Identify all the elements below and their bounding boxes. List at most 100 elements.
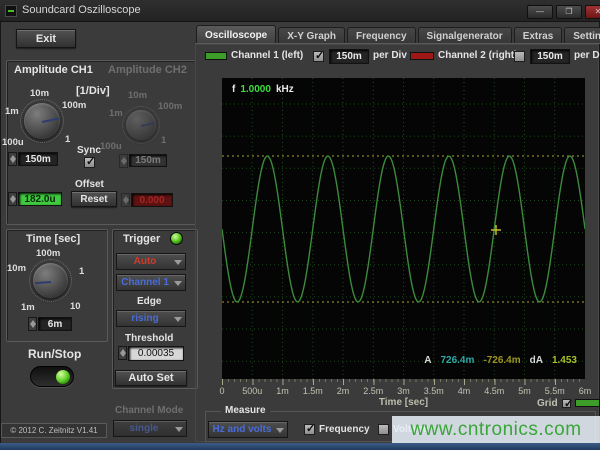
threshold-value[interactable]: 0.00035 (128, 346, 184, 361)
tab-signalgenerator[interactable]: Signalgenerator (418, 27, 512, 44)
maximize-button[interactable]: ❐ (556, 5, 582, 19)
per-div-label-2: per Div (574, 50, 600, 61)
per-div-label-1: per Div (373, 50, 407, 61)
x-tick-label: 5.5m (545, 386, 565, 396)
knob-scale-label: 10m (128, 90, 147, 101)
title-bar: Soundcard Oszilloscope — ❐ ✕ (0, 0, 600, 22)
knob-scale-label: 1m (5, 106, 19, 117)
meas-lower-value: -726.4m (483, 355, 520, 366)
channel1-enable-checkbox[interactable] (313, 51, 324, 62)
meas-da-label: dA (530, 355, 543, 366)
grid-checkbox[interactable] (562, 399, 571, 408)
knob-scale-label: 10m (30, 88, 49, 99)
measure-mode-dropdown[interactable]: Hz and volts (208, 421, 288, 438)
knob-scale-label: 100m (158, 101, 182, 112)
x-tick-label: 4m (458, 386, 471, 396)
trigger-edge-dropdown[interactable]: rising (116, 310, 186, 327)
runstop-toggle[interactable] (30, 366, 74, 387)
frequency-checkbox[interactable] (304, 424, 315, 435)
knob-scale-label: 10m (7, 263, 26, 274)
runstop-label: Run/Stop (28, 347, 81, 361)
chevron-down-icon (174, 260, 182, 265)
x-axis-ticks (222, 379, 585, 385)
threshold-label: Threshold (125, 333, 173, 344)
threshold-spinner[interactable] (118, 346, 127, 360)
channel-mode-label: Channel Mode (115, 405, 183, 416)
time-title: Time [sec] (26, 233, 80, 245)
offset-ch1-value[interactable]: 182.0u (18, 192, 62, 206)
auto-set-button[interactable]: Auto Set (115, 370, 187, 386)
amplitude-ch1-title: Amplitude CH1 (14, 64, 93, 76)
x-tick-label: 0 (219, 386, 224, 396)
waveform-svg (222, 78, 585, 379)
x-tick-label: 2m (337, 386, 350, 396)
tab-x-y-graph[interactable]: X-Y Graph (278, 27, 345, 44)
channel2-enable-checkbox[interactable] (514, 51, 525, 62)
offset-ch1-spinner[interactable] (8, 192, 17, 206)
offset-ch2-spinner[interactable] (121, 193, 130, 207)
channel2-color-swatch[interactable] (410, 52, 434, 60)
frequency-readout: f 1.0000 kHz (232, 84, 294, 95)
trigger-led (170, 232, 183, 245)
tab-divider (195, 43, 600, 44)
taskbar-strip (0, 443, 600, 450)
x-tick-label: 6m (579, 386, 592, 396)
voltage-checkbox[interactable] (378, 424, 389, 435)
knob-pointer (141, 122, 155, 127)
offset-reset-button[interactable]: Reset (71, 191, 117, 207)
amplitude-ch1-spinner[interactable] (8, 152, 17, 166)
edge-label: Edge (137, 296, 161, 307)
grid-color-swatch[interactable] (575, 399, 600, 407)
trigger-source-dropdown[interactable]: Channel 1 (116, 274, 186, 291)
x-tick-label: 4.5m (484, 386, 504, 396)
meas-a-label: A (424, 355, 431, 366)
knob-scale-label: 1 (65, 134, 70, 145)
time-value[interactable]: 6m (38, 317, 72, 331)
tab-oscilloscope[interactable]: Oscilloscope (196, 25, 276, 44)
channel-mode-dropdown[interactable]: single (113, 420, 187, 437)
cursor-readout: A 726.4m -726.4m dA 1.453 (424, 355, 577, 366)
exit-button[interactable]: Exit (16, 29, 76, 48)
time-spinner[interactable] (28, 317, 37, 331)
tab-bar: OscilloscopeX-Y GraphFrequencySignalgene… (196, 25, 600, 44)
x-axis-tick-labels: 0500u1m1.5m2m2.5m3m3.5m4m4.5m5m5.5m6m (222, 386, 585, 397)
amplitude-unit-label: [1/Div] (76, 85, 110, 97)
knob-pointer (34, 281, 50, 284)
x-tick-label: 3m (397, 386, 410, 396)
channel2-div-value[interactable]: 150m (530, 49, 570, 64)
x-axis-label: Time [sec] (222, 397, 585, 408)
amplitude-ch2-knob[interactable] (126, 110, 156, 140)
amplitude-ch2-value[interactable]: 150m (129, 154, 167, 167)
minimize-button[interactable]: — (527, 5, 553, 19)
app-icon (5, 5, 17, 17)
x-tick-label: 500u (242, 386, 262, 396)
scope-plot[interactable]: f 1.0000 kHz A 726.4m -726.4m dA 1.453 (222, 78, 585, 379)
offset-ch2-value[interactable]: 0.000 (131, 193, 173, 207)
close-button[interactable]: ✕ (585, 5, 600, 19)
frequency-label: Frequency (319, 424, 370, 435)
x-tick-label: 1m (276, 386, 289, 396)
knob-scale-label: 1m (21, 302, 35, 313)
window-title: Soundcard Oszilloscope (22, 4, 141, 16)
amplitude-ch1-value[interactable]: 150m (18, 152, 58, 166)
knob-scale-label: 10 (70, 301, 81, 312)
amplitude-ch1-knob[interactable] (24, 103, 60, 139)
channel1-div-value[interactable]: 150m (329, 49, 369, 64)
tab-settings[interactable]: Settings (564, 27, 600, 44)
runstop-indicator (56, 370, 70, 384)
knob-scale-label: 1 (79, 266, 84, 277)
tab-frequency[interactable]: Frequency (347, 27, 416, 44)
trigger-mode-dropdown[interactable]: Auto (116, 253, 186, 270)
sync-checkbox[interactable] (84, 157, 95, 168)
trigger-edge-value: rising (131, 313, 158, 324)
channel1-color-swatch[interactable] (205, 52, 227, 60)
amplitude-ch2-spinner[interactable] (119, 154, 128, 168)
offset-label: Offset (75, 179, 104, 190)
time-knob[interactable] (33, 263, 68, 298)
tab-extras[interactable]: Extras (514, 27, 563, 44)
knob-scale-label: 1m (109, 108, 123, 119)
channel-mode-value: single (130, 423, 159, 434)
trigger-title: Trigger (123, 233, 160, 245)
knob-scale-label: 100u (100, 141, 122, 152)
x-tick-label: 1.5m (303, 386, 323, 396)
